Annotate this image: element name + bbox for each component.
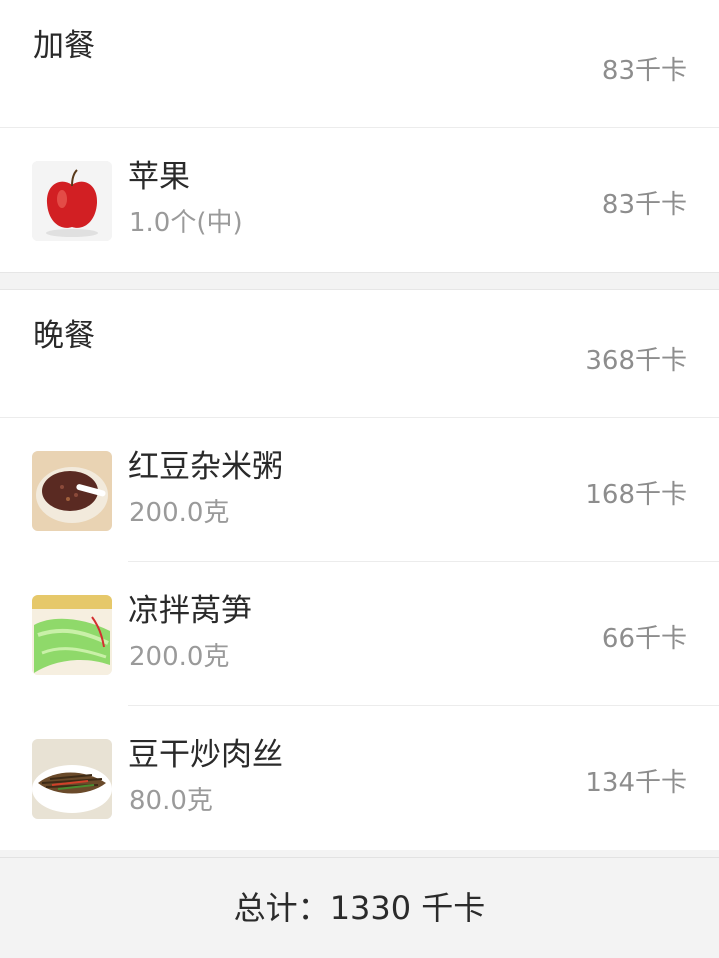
meal-header-dinner[interactable]: 晚餐 368千卡	[0, 290, 719, 418]
total-bar: 总计：1330 千卡	[0, 857, 719, 953]
meal-header-snack[interactable]: 加餐 83千卡	[0, 0, 719, 128]
food-kcal: 83千卡	[601, 190, 687, 220]
food-kcal: 168千卡	[585, 480, 687, 510]
meal-kcal: 83千卡	[601, 56, 687, 86]
total-value: 1330 千卡	[329, 889, 486, 927]
lettuce-salad-image	[32, 595, 112, 675]
food-amount: 80.0克	[129, 786, 213, 816]
food-kcal: 134千卡	[585, 768, 687, 798]
tofu-pork-image	[32, 739, 112, 819]
food-amount: 200.0克	[129, 642, 230, 672]
food-item-tofu-pork[interactable]: 豆干炒肉丝 80.0克 134千卡	[0, 706, 719, 850]
section-gap	[0, 272, 719, 290]
meal-kcal: 368千卡	[585, 346, 687, 376]
meal-section-dinner: 晚餐 368千卡 红豆杂米粥 200.0克 168千卡 凉拌莴笋 200.0克 …	[0, 290, 719, 850]
meal-title: 加餐	[33, 28, 95, 64]
food-item-porridge[interactable]: 红豆杂米粥 200.0克 168千卡	[0, 418, 719, 562]
meal-section-snack: 加餐 83千卡 苹果 1.0个(中) 83千卡	[0, 0, 719, 272]
food-amount: 1.0个(中)	[129, 208, 243, 238]
food-item-apple[interactable]: 苹果 1.0个(中) 83千卡	[0, 128, 719, 272]
food-name: 苹果	[128, 159, 190, 195]
food-item-lettuce[interactable]: 凉拌莴笋 200.0克 66千卡	[0, 562, 719, 706]
food-kcal: 66千卡	[601, 624, 687, 654]
food-amount: 200.0克	[129, 498, 230, 528]
food-name: 豆干炒肉丝	[128, 737, 283, 773]
apple-image	[32, 161, 112, 241]
meal-title: 晚餐	[33, 318, 95, 354]
food-name: 凉拌莴笋	[128, 593, 252, 629]
red-bean-porridge-image	[32, 451, 112, 531]
food-name: 红豆杂米粥	[128, 449, 283, 485]
total-label: 总计：	[233, 889, 330, 927]
